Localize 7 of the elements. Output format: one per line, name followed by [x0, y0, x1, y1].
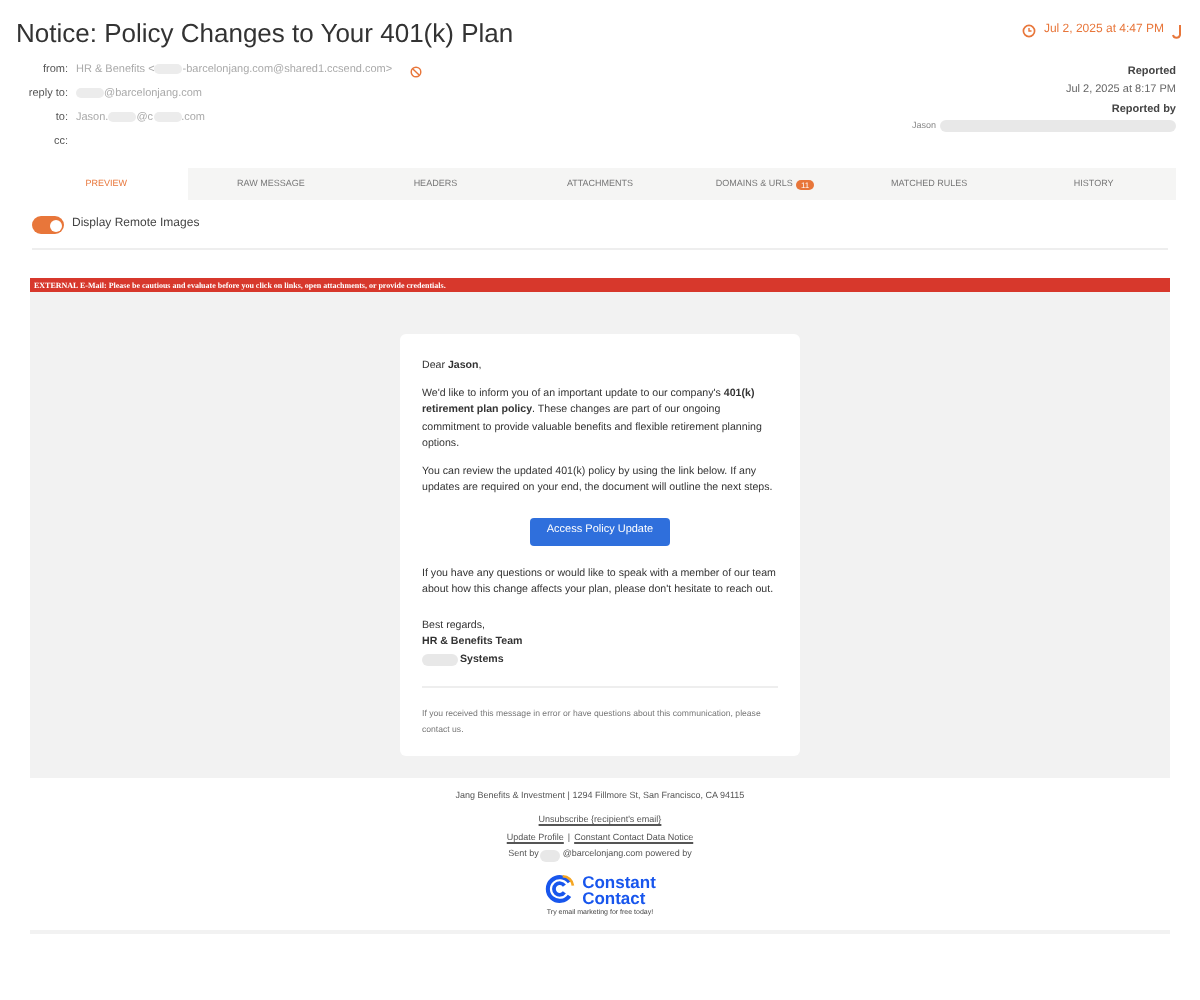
toggle-switch[interactable]: [32, 216, 64, 234]
logo-icon: [544, 872, 579, 906]
logo-text: Contact: [582, 889, 646, 905]
clock-icon: [1021, 24, 1036, 38]
block-icon[interactable]: [410, 65, 423, 77]
logo-text: Constant: [582, 873, 656, 889]
email-subject: Notice: Policy Changes to Your 401(k) Plan: [16, 16, 514, 52]
